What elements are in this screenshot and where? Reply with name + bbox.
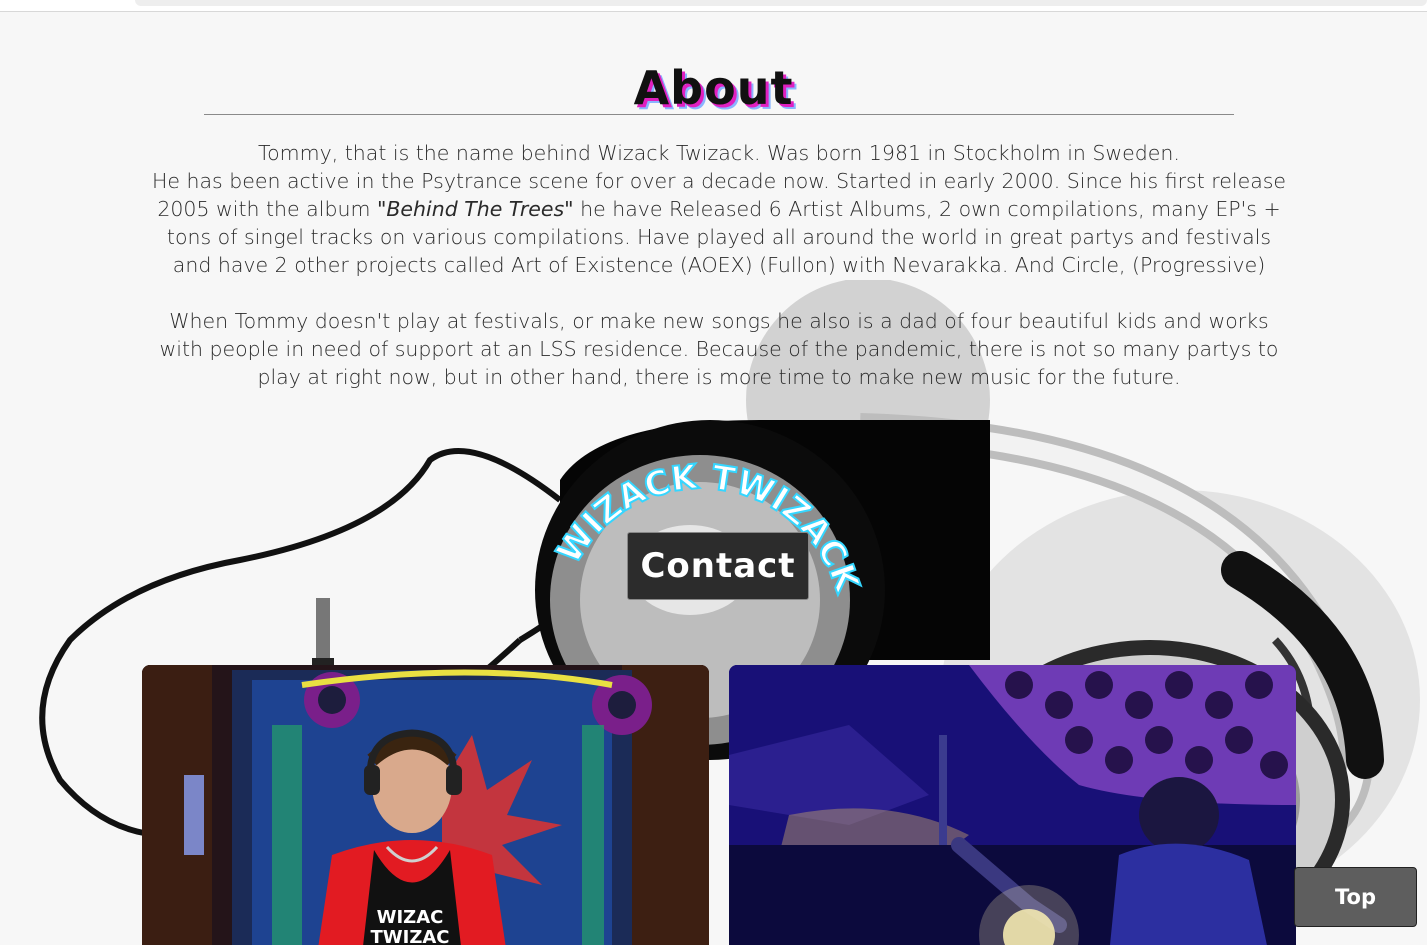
about-line: with people in need of support at an LSS…: [159, 337, 1279, 361]
back-to-top-button[interactable]: Top: [1294, 867, 1417, 927]
dj-photo-left: WIZAC TWIZAC: [142, 665, 709, 945]
about-title: About: [633, 60, 794, 115]
title-divider: [204, 114, 1234, 115]
dj-photo-left-image: WIZAC TWIZAC: [142, 665, 709, 945]
page: WIZACK TWIZACK About Tommy, that is the …: [0, 0, 1427, 945]
about-line: play at right now, but in other hand, th…: [257, 365, 1181, 389]
dj-photo-right: [729, 665, 1296, 945]
contact-button[interactable]: Contact: [627, 532, 809, 600]
about-line: Tommy, that is the name behind Wizack Tw…: [258, 141, 1180, 165]
album-title: "Behind The Trees": [376, 197, 574, 221]
shirt-text: WIZAC TWIZAC: [370, 907, 449, 945]
about-line: and have 2 other projects called Art of …: [172, 253, 1266, 277]
browser-top-bar: [0, 0, 1427, 12]
about-line: When Tommy doesn't play at festivals, or…: [169, 309, 1269, 333]
about-line: 2005 with the album "Behind The Trees" h…: [110, 195, 1328, 223]
about-description: Tommy, that is the name behind Wizack Tw…: [110, 139, 1328, 391]
about-line: He has been active in the Psytrance scen…: [151, 169, 1287, 193]
dj-photo-right-image: [729, 665, 1296, 945]
about-line: tons of singel tracks on various compila…: [166, 225, 1272, 249]
about-line-text: 2005 with the album: [157, 197, 377, 221]
horizontal-scrollbar[interactable]: [135, 0, 1427, 6]
about-line-text: he have Released 6 Artist Albums, 2 own …: [573, 197, 1281, 221]
